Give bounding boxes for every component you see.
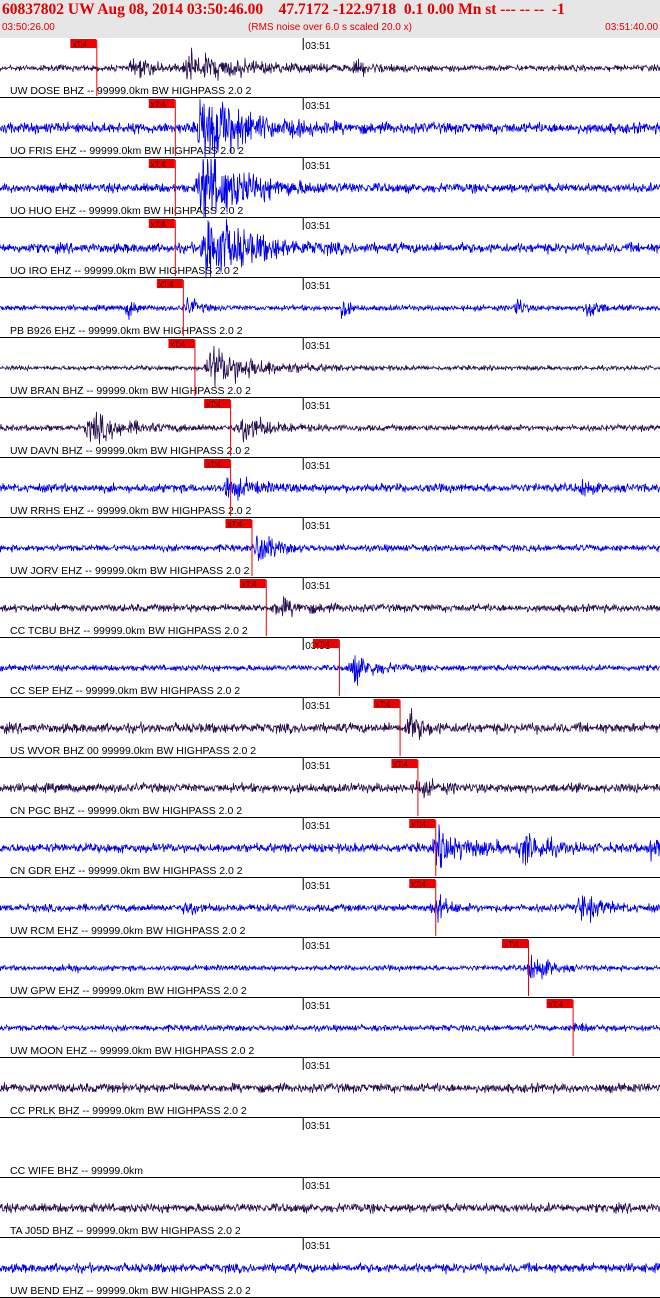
pick-label: xT:4 — [242, 580, 257, 589]
station-label: CC TCBU BHZ -- 99999.0km BW HIGHPASS 2.0… — [10, 625, 248, 637]
waveform-trace — [0, 345, 660, 388]
waveform-trace — [0, 535, 660, 561]
minute-tick-label: 03:51 — [305, 821, 330, 832]
pick-label: xT:4 — [393, 760, 408, 769]
minute-tick-label: 03:51 — [305, 41, 330, 52]
minute-tick-label: 03:51 — [305, 881, 330, 892]
waveform-trace — [0, 1022, 660, 1033]
pick-label: xT:4 — [228, 520, 243, 529]
minute-tick-label: 03:51 — [305, 1241, 330, 1252]
pick-label: xT:4 — [411, 880, 426, 889]
waveform-trace — [0, 708, 660, 740]
pick-label: xT:4 — [151, 160, 166, 169]
station-label: UW RRHS EHZ -- 99999.0km BW HIGHPASS 2.0… — [10, 505, 252, 517]
station-label: UW BEND EHZ -- 99999.0km BW HIGHPASS 2.0… — [10, 1285, 251, 1297]
station-label: CC SEP EHZ -- 99999.0km BW HIGHPASS 2.0 … — [10, 685, 240, 697]
minute-tick-label: 03:51 — [305, 581, 330, 592]
minute-tick-label: 03:51 — [305, 521, 330, 532]
waveform-trace — [0, 47, 660, 81]
minute-tick-label: 03:51 — [305, 281, 330, 292]
station-label: PB B926 EHZ -- 99999.0km BW HIGHPASS 2.0… — [10, 325, 243, 337]
pick-label: xT:4 — [549, 1000, 564, 1009]
waveform-trace — [0, 411, 660, 445]
pick-label: xT:4 — [72, 40, 87, 49]
waveform-trace — [0, 778, 660, 799]
minute-tick-label: 03:51 — [305, 1061, 330, 1072]
minute-tick-label: 03:51 — [305, 1121, 330, 1132]
minute-tick-label: 03:51 — [305, 1181, 330, 1192]
waveform-trace — [0, 595, 660, 618]
waveform-trace — [0, 1201, 660, 1214]
pick-label: xT:4 — [159, 280, 174, 289]
pick-label: xT:4 — [151, 100, 166, 109]
waveform-trace — [0, 476, 660, 501]
waveform-trace — [0, 297, 660, 321]
waveform-trace — [0, 655, 660, 686]
waveform-trace — [0, 954, 660, 980]
seismogram-panel: 03:51 UW DOSE BHZ -- 99999.0km BW HIGHPAS… — [0, 38, 660, 1298]
station-label: US WVOR BHZ 00 99999.0km BW HIGHPASS 2.0… — [10, 745, 256, 757]
waveform-trace — [0, 1261, 660, 1275]
waveform-trace — [0, 1082, 660, 1095]
station-label: UW GPW EHZ -- 99999.0km BW HIGHPASS 2.0 … — [10, 985, 247, 997]
pick-label: xT:4 — [411, 820, 426, 829]
station-label: UO FRIS EHZ -- 99999.0km BW HIGHPASS 2.0… — [10, 145, 244, 157]
station-label: UW MOON EHZ -- 99999.0km BW HIGHPASS 2.0… — [10, 1045, 254, 1057]
minute-tick-label: 03:51 — [305, 221, 330, 232]
waveform-trace — [0, 894, 660, 924]
minute-tick-label: 03:51 — [305, 461, 330, 472]
minute-tick-label: 03:51 — [305, 761, 330, 772]
station-label: UW DAVN BHZ -- 99999.0km BW HIGHPASS 2.0… — [10, 445, 250, 457]
minute-tick-label: 03:51 — [305, 941, 330, 952]
station-label: TA J05D BHZ -- 99999.0km BW HIGHPASS 2.0… — [10, 1225, 241, 1237]
station-label: UO IRO EHZ -- 99999.0km BW HIGHPASS 2.0 … — [10, 265, 239, 277]
minute-tick-label: 03:51 — [305, 101, 330, 112]
pick-label: xT:4 — [151, 220, 166, 229]
minute-tick-label: 03:51 — [305, 401, 330, 412]
minute-tick-label: 03:51 — [305, 701, 330, 712]
station-label: UO HUO EHZ -- 99999.0km BW HIGHPASS 2.0 … — [10, 205, 243, 217]
pick-label: xT:4 — [315, 640, 330, 649]
station-label: UW JORV EHZ -- 99999.0km BW HIGHPASS 2.0… — [10, 565, 250, 577]
station-label: CN PGC BHZ -- 99999.0km BW HIGHPASS 2.0 … — [10, 805, 242, 817]
pick-label: xT:4 — [170, 340, 185, 349]
station-label: UW BRAN BHZ -- 99999.0km BW HIGHPASS 2.0… — [10, 385, 251, 397]
station-label: CC WIFE BHZ -- 99999.0km — [10, 1165, 143, 1177]
pick-label: xT:4 — [206, 400, 221, 409]
station-label: CC PRLK BHZ -- 99999.0km BW HIGHPASS 2.0… — [10, 1105, 247, 1117]
station-label: UW RCM EHZ -- 99999.0km BW HIGHPASS 2.0 … — [10, 925, 246, 937]
pick-label: xT:4 — [376, 700, 391, 709]
minute-tick-label: 03:51 — [305, 1001, 330, 1012]
minute-tick-label: 03:51 — [305, 341, 330, 352]
pick-label: xT:4 — [206, 460, 221, 469]
station-label: CN GDR EHZ -- 99999.0km BW HIGHPASS 2.0 … — [10, 865, 243, 877]
station-label: UW DOSE BHZ -- 99999.0km BW HIGHPASS 2.0… — [10, 85, 252, 97]
pick-label: xT:4 — [504, 940, 519, 949]
minute-tick-label: 03:51 — [305, 161, 330, 172]
